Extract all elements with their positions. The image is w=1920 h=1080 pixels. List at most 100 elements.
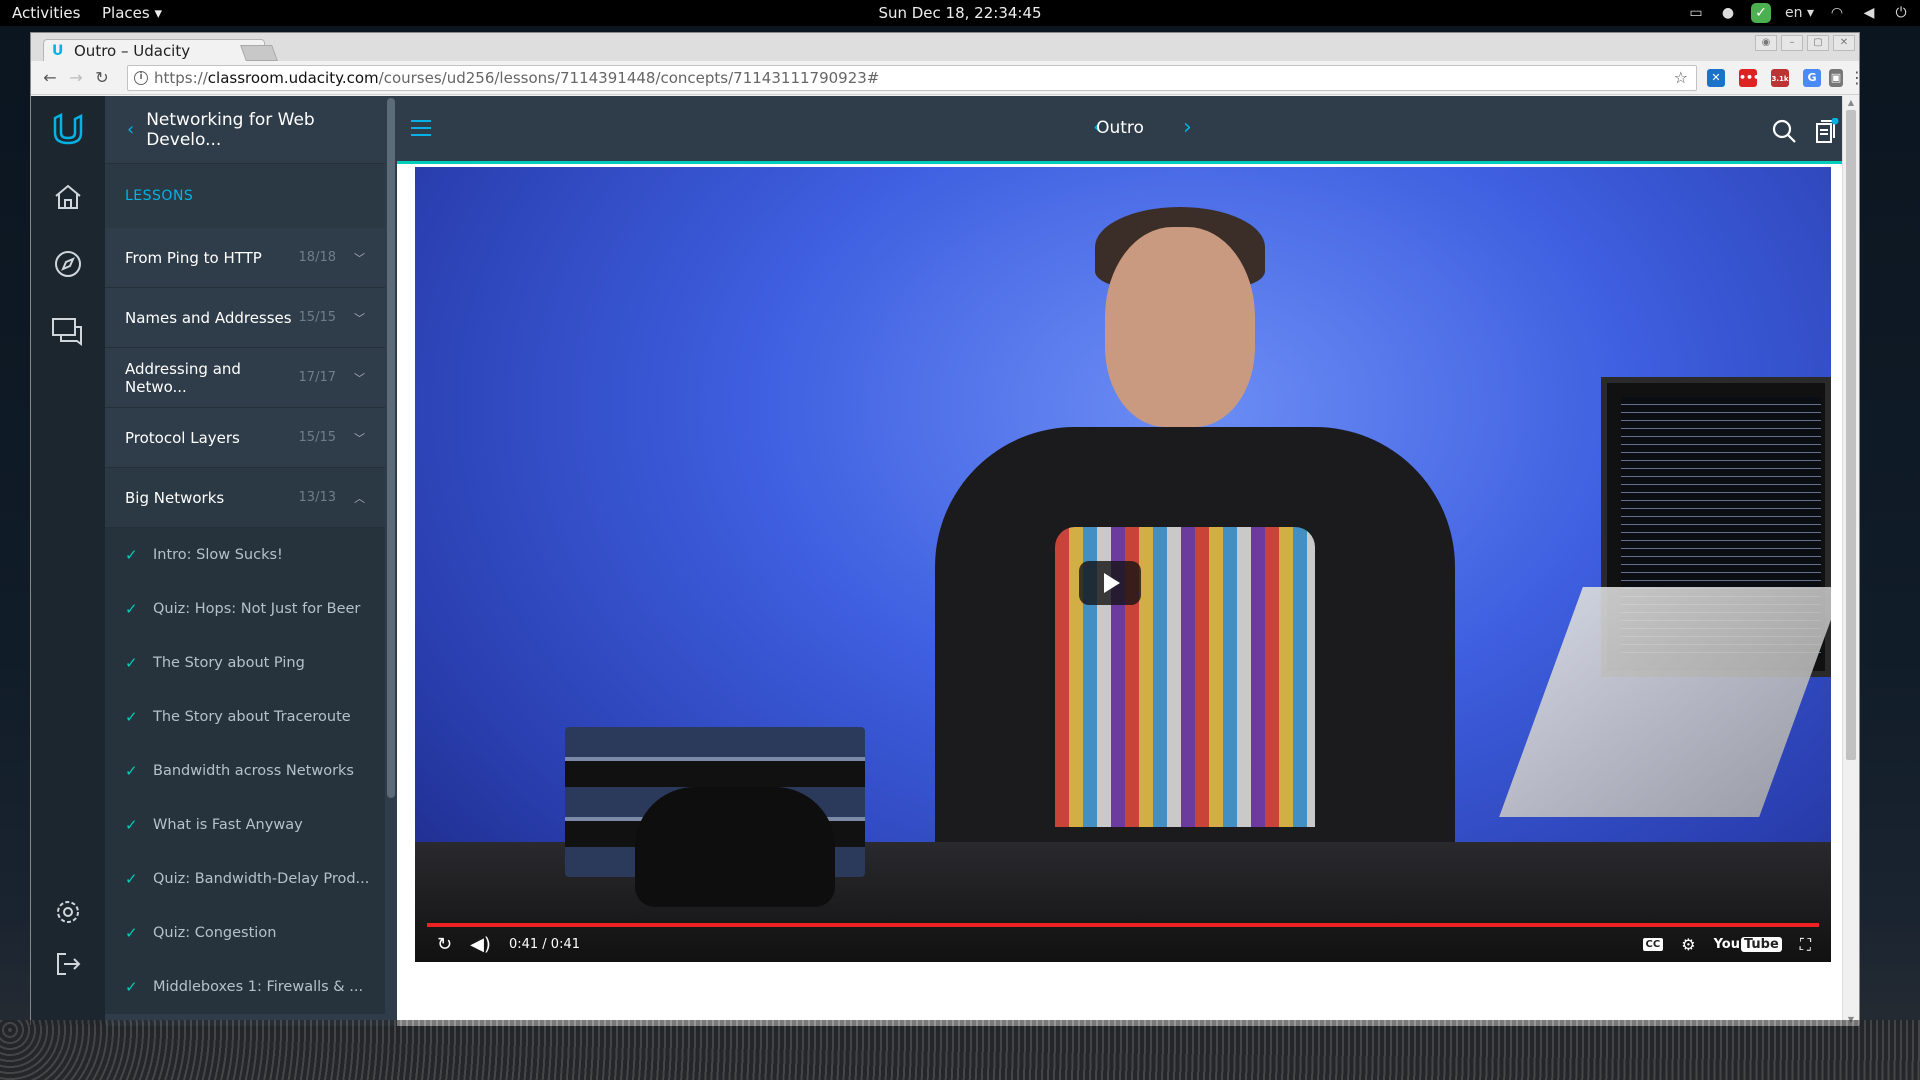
maximize-button[interactable]: ▢ (1807, 35, 1829, 51)
lesson-item[interactable]: From Ping to HTTP 18/18 ﹀ (105, 228, 385, 288)
concept-item[interactable]: ✓ The Story about Traceroute (105, 690, 385, 744)
concept-title: What is Fast Anyway (153, 817, 303, 833)
extension-other-icon[interactable]: ▣ (1829, 69, 1843, 87)
back-icon[interactable]: ← (41, 69, 59, 87)
window-controls: ◉ – ▢ ✕ (1755, 35, 1855, 51)
places-label: Places (102, 4, 150, 22)
resources-icon[interactable] (1813, 117, 1839, 144)
play-icon (1104, 573, 1120, 593)
system-tray: ▭ ● ✓ en ▾ ◠ ◀ ⏻ (1687, 3, 1910, 23)
language-indicator[interactable]: en ▾ (1785, 4, 1814, 22)
lesson-title: From Ping to HTTP (125, 248, 262, 267)
concept-title: Quiz: Hops: Not Just for Beer (153, 601, 361, 617)
check-icon: ✓ (125, 708, 138, 726)
screen-icon[interactable]: ▭ (1687, 4, 1705, 22)
logout-icon[interactable] (48, 944, 88, 984)
concept-title: Bandwidth across Networks (153, 763, 354, 779)
video-frame-laptop (1499, 587, 1831, 817)
check-icon: ✓ (125, 546, 138, 564)
settings-hd-icon[interactable]: ⚙ (1681, 935, 1695, 954)
desktop-wallpaper-ground (0, 1020, 1920, 1080)
explore-compass-icon[interactable] (48, 244, 88, 284)
concept-title: Quiz: Bandwidth-Delay Prod... (153, 871, 370, 887)
check-icon: ✓ (125, 816, 138, 834)
chevron-down-icon: ﹀ (354, 311, 365, 325)
lesson-item[interactable]: Names and Addresses 15/15 ﹀ (105, 288, 385, 348)
extension-translate-icon[interactable]: G (1803, 69, 1821, 87)
places-menu[interactable]: Places ▾ (102, 4, 162, 22)
lesson-title: Big Networks (125, 488, 225, 507)
home-icon[interactable] (48, 177, 88, 217)
concept-item[interactable]: ✓ Quiz: Hops: Not Just for Beer (105, 582, 385, 636)
video-time: 0:41 / 0:41 (508, 937, 580, 952)
udacity-logo-icon[interactable] (48, 110, 88, 150)
video-player[interactable]: ↻ ◀) 0:41 / 0:41 CC ⚙ You Tube ⛶ (415, 167, 1831, 962)
main-content: ‹ Outro › ↻ ◀) 0:41 / 0:41 CC ⚙ You Tube… (397, 96, 1843, 1026)
fullscreen-icon[interactable]: ⛶ (1800, 935, 1811, 955)
messages-icon[interactable] (48, 311, 88, 351)
activities-button[interactable]: Activities (12, 4, 80, 22)
url-scheme: https:// (154, 69, 208, 87)
lessons-sidebar: ‹ Networking for Web Develo... LESSONS F… (105, 96, 385, 1026)
sidebar-scrollbar[interactable] (385, 96, 397, 1026)
concept-item[interactable]: ✓ Middleboxes 1: Firewalls & ... (105, 960, 385, 1014)
concept-item[interactable]: ✓ What is Fast Anyway (105, 798, 385, 852)
lesson-item-expanded[interactable]: Big Networks 13/13 ︿ (105, 468, 385, 528)
concept-item[interactable]: ✓ Quiz: Congestion (105, 906, 385, 960)
url-domain: classroom.udacity.com (207, 69, 379, 87)
replay-icon[interactable]: ↻ (437, 934, 452, 955)
wifi-icon[interactable]: ◠ (1828, 4, 1846, 22)
lesson-item[interactable]: Addressing and Netwo... 17/17 ﹀ (105, 348, 385, 408)
forward-icon[interactable]: → (67, 69, 85, 87)
chevron-up-icon: ︿ (354, 491, 365, 505)
concept-item[interactable]: ✓ Bandwidth across Networks (105, 744, 385, 798)
volume-icon[interactable]: ◀ (1860, 4, 1878, 22)
tab-strip: U Outro – Udacity ✕ ◉ – ▢ ✕ (31, 33, 1859, 62)
extension-badge-count: 3.1k (1771, 75, 1789, 83)
language-label: en (1785, 5, 1803, 21)
address-bar[interactable]: i https://classroom.udacity.com/courses/… (127, 65, 1697, 91)
captions-button[interactable]: CC (1642, 938, 1664, 951)
close-window-button[interactable]: ✕ (1833, 35, 1855, 51)
extension-lastpass-icon[interactable]: ••• (1739, 69, 1760, 87)
check-icon: ✓ (125, 924, 138, 942)
play-button[interactable] (1079, 561, 1141, 605)
course-back-link[interactable]: ‹ Networking for Web Develo... (105, 96, 385, 164)
sidebar-scroll-thumb[interactable] (387, 98, 395, 798)
tab-outro[interactable]: U Outro – Udacity ✕ (43, 39, 265, 62)
concept-item[interactable]: ✓ Quiz: Bandwidth-Delay Prod... (105, 852, 385, 906)
power-icon[interactable]: ⏻ (1892, 4, 1910, 22)
concept-item[interactable]: ✓ The Story about Ping (105, 636, 385, 690)
reload-icon[interactable]: ↻ (93, 69, 111, 87)
search-icon[interactable] (1771, 118, 1797, 144)
video-frame-telephone (635, 787, 835, 907)
lesson-progress-count: 18/18 (298, 250, 336, 265)
chat-icon[interactable]: ● (1719, 4, 1737, 22)
lesson-item[interactable]: Protocol Layers 15/15 ﹀ (105, 408, 385, 468)
hamburger-menu-icon[interactable] (411, 120, 431, 136)
profile-icon[interactable]: ◉ (1755, 35, 1777, 51)
minimize-button[interactable]: – (1781, 35, 1803, 51)
extension-badge-icon[interactable]: 3.1k (1771, 69, 1789, 87)
extension-x-icon[interactable]: ✕ (1707, 69, 1725, 87)
site-info-icon[interactable]: i (134, 71, 148, 85)
concept-item[interactable]: ✓ Intro: Slow Sucks! (105, 528, 385, 582)
page-scroll-thumb[interactable] (1846, 110, 1856, 760)
next-concept-arrow-icon[interactable]: › (1183, 115, 1192, 140)
shield-check-icon[interactable]: ✓ (1751, 3, 1772, 23)
lesson-progress-count: 13/13 (298, 490, 336, 505)
check-icon: ✓ (125, 978, 138, 996)
check-icon: ✓ (125, 654, 138, 672)
bookmark-star-icon[interactable]: ☆ (1674, 66, 1688, 90)
clock[interactable]: Sun Dec 18, 22:34:45 (878, 4, 1041, 22)
volume-icon[interactable]: ◀) (470, 934, 491, 955)
scroll-up-arrow-icon[interactable]: ▲ (1843, 98, 1859, 107)
concept-title: Quiz: Congestion (153, 925, 277, 941)
check-icon: ✓ (125, 600, 138, 618)
browser-menu-icon[interactable]: ⋮ (1849, 69, 1865, 87)
settings-gear-icon[interactable] (48, 892, 88, 932)
lesson-title: Addressing and Netwo... (125, 359, 241, 396)
new-tab-button[interactable] (240, 45, 278, 61)
youtube-logo[interactable]: You Tube (1714, 937, 1782, 952)
page-scrollbar[interactable]: ▲ ▼ (1842, 96, 1859, 1026)
